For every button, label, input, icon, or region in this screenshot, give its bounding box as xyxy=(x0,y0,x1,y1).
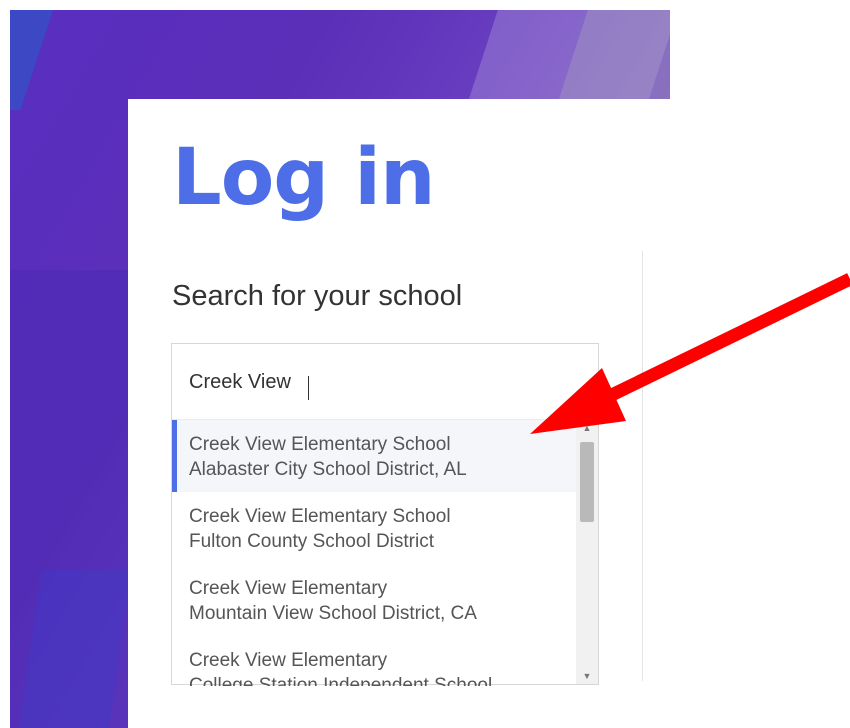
result-item[interactable]: Creek View Elementary School Alabaster C… xyxy=(172,420,576,492)
page-title: Log in xyxy=(172,133,436,223)
school-search-input[interactable] xyxy=(172,344,598,420)
vertical-divider xyxy=(642,251,643,681)
scroll-down-arrow-icon[interactable]: ▼ xyxy=(576,668,598,684)
result-item[interactable]: Creek View Elementary College Station In… xyxy=(172,636,576,686)
result-item[interactable]: Creek View Elementary School Fulton Coun… xyxy=(172,492,576,564)
result-school-name: Creek View Elementary School xyxy=(189,506,451,527)
result-item[interactable]: Creek View Elementary Mountain View Scho… xyxy=(172,564,576,636)
result-district-name: Fulton County School District xyxy=(189,531,434,552)
result-school-name: Creek View Elementary xyxy=(189,578,388,599)
search-label: Search for your school xyxy=(172,280,463,312)
result-district-name: College Station Independent School xyxy=(189,675,493,686)
results-scrollbar[interactable]: ▲ ▼ xyxy=(576,420,598,684)
school-search-combobox: Creek View Elementary School Alabaster C… xyxy=(171,343,599,686)
search-results-list: Creek View Elementary School Alabaster C… xyxy=(172,419,576,686)
login-card: Log in Search for your school Creek View… xyxy=(128,99,850,728)
bg-shape xyxy=(10,10,60,110)
scrollbar-thumb[interactable] xyxy=(580,442,594,522)
result-school-name: Creek View Elementary xyxy=(189,650,388,671)
result-district-name: Mountain View School District, CA xyxy=(189,603,477,624)
scroll-up-arrow-icon[interactable]: ▲ xyxy=(576,420,598,436)
result-school-name: Creek View Elementary School xyxy=(189,434,451,455)
text-caret xyxy=(308,376,309,400)
result-district-name: Alabaster City School District, AL xyxy=(189,459,467,480)
